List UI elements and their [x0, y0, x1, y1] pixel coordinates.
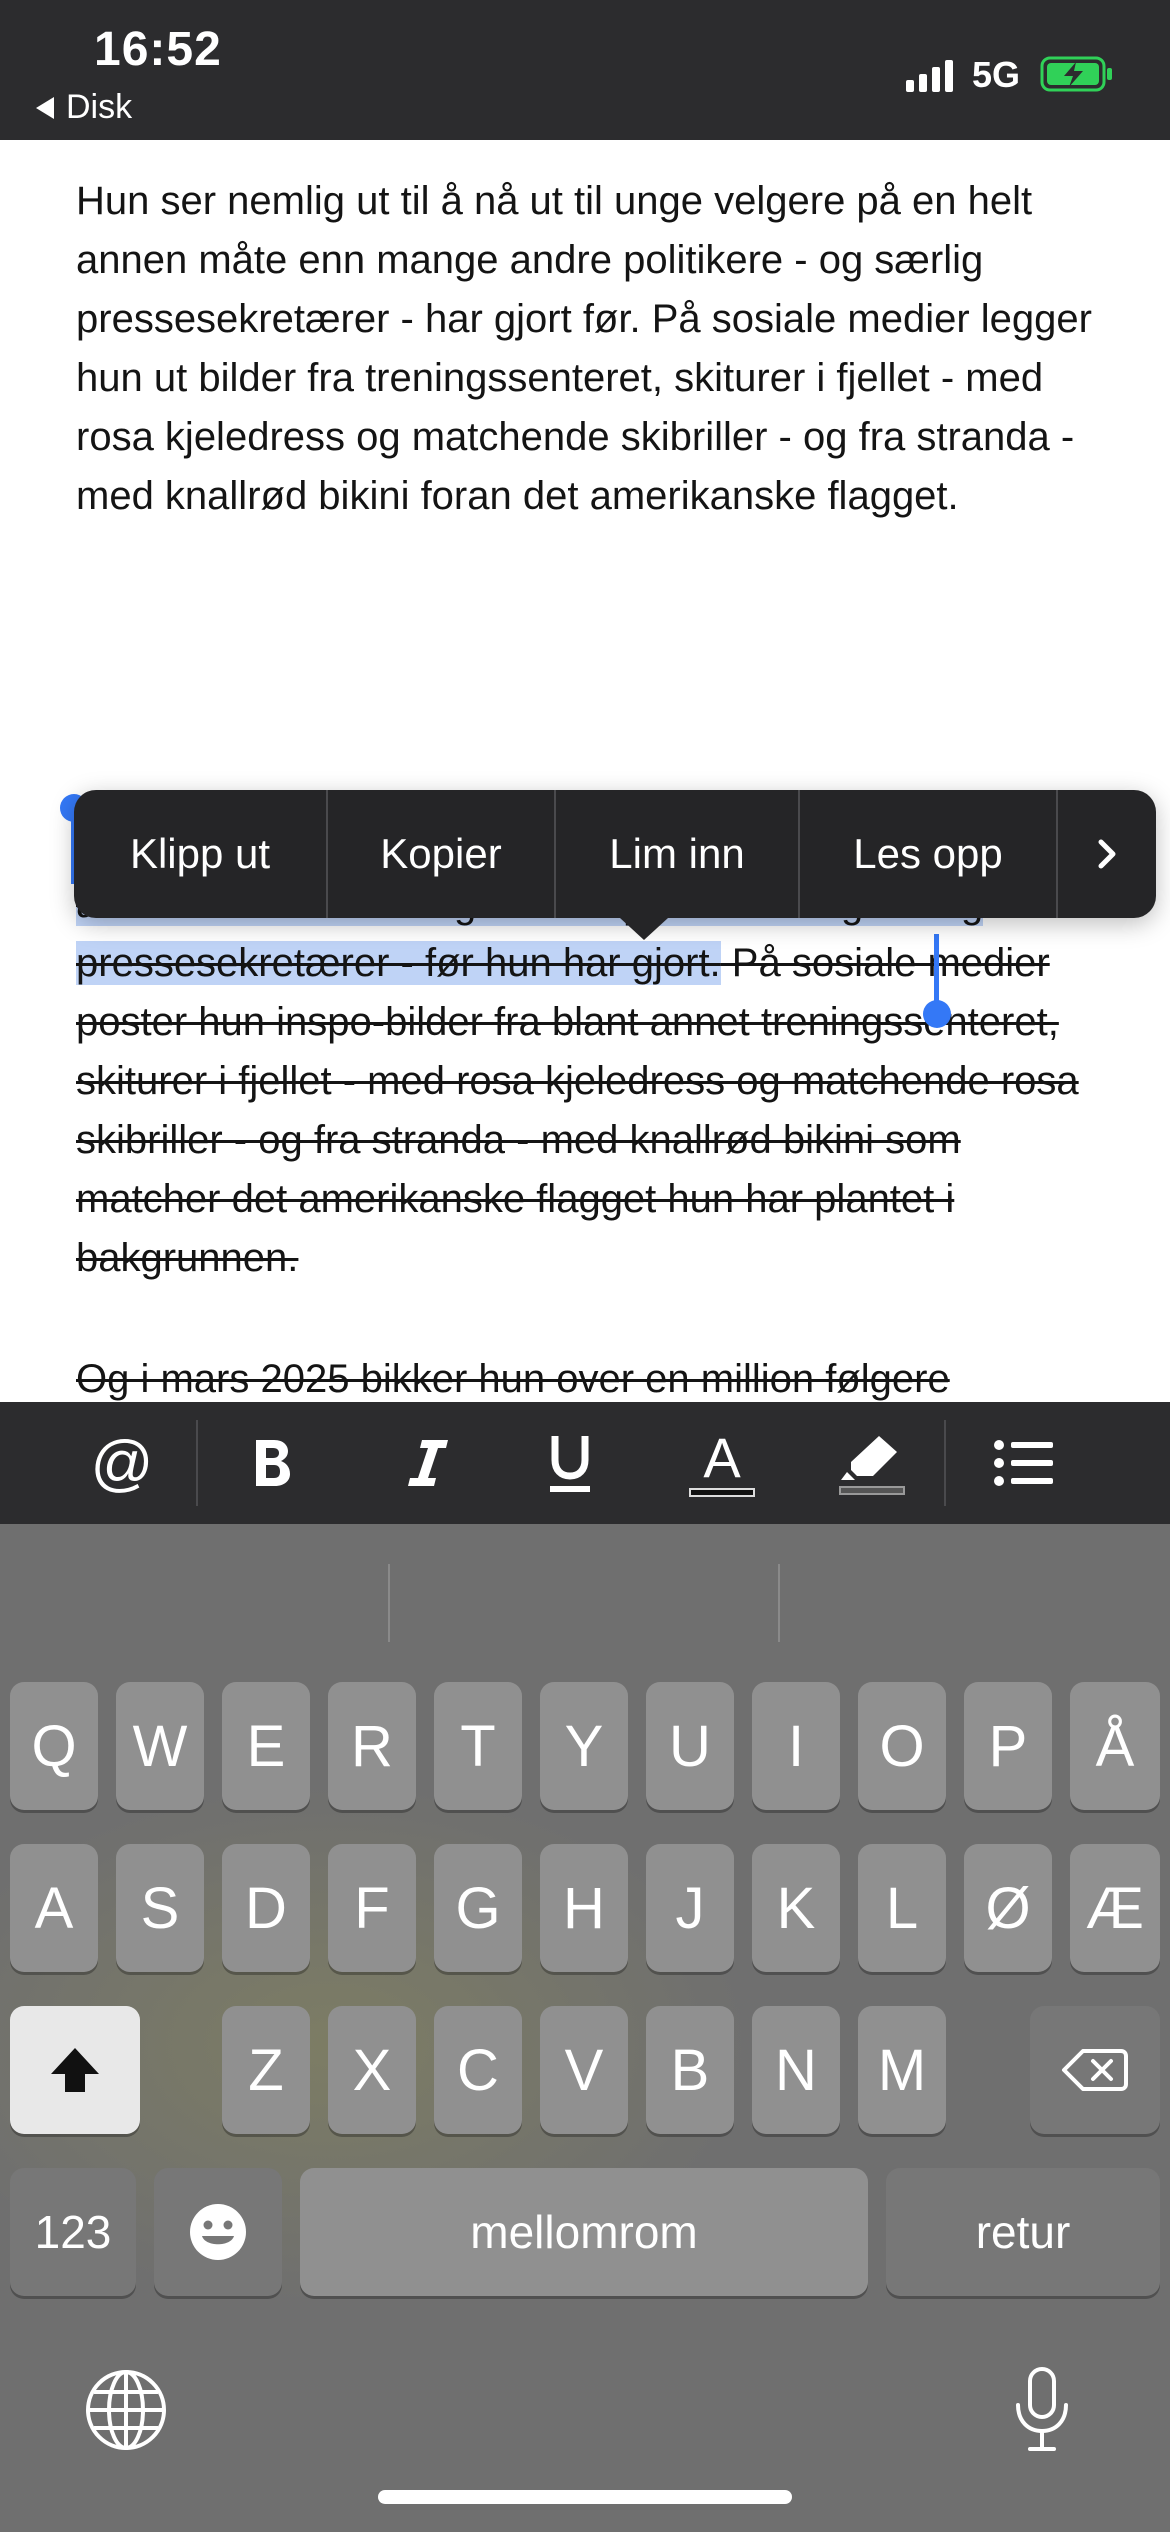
dictation-button[interactable] — [994, 2362, 1090, 2458]
key-r[interactable]: R — [328, 1682, 416, 1810]
key-j[interactable]: J — [646, 1844, 734, 1972]
text-color-button[interactable]: A — [672, 1402, 772, 1524]
key-v[interactable]: V — [540, 2006, 628, 2134]
battery-charging-icon — [1040, 56, 1112, 92]
key-b[interactable]: B — [646, 2006, 734, 2134]
key-w[interactable]: W — [116, 1682, 204, 1810]
highlight-button[interactable] — [822, 1402, 922, 1524]
emoji-key[interactable] — [154, 2168, 282, 2296]
key-oe[interactable]: Ø — [964, 1844, 1052, 1972]
chevron-right-icon — [1098, 839, 1116, 869]
network-type: 5G — [972, 54, 1021, 95]
space-key[interactable]: mellomrom — [300, 2168, 868, 2296]
key-a[interactable]: A — [10, 1844, 98, 1972]
key-z[interactable]: Z — [222, 2006, 310, 2134]
globe-icon — [86, 2370, 166, 2450]
highlight-color-swatch — [839, 1485, 905, 1495]
menu-item-speak[interactable]: Les opp — [800, 790, 1058, 918]
bold-icon — [256, 1440, 290, 1486]
formatting-toolbar: @ A — [0, 1402, 1170, 1524]
key-e[interactable]: E — [222, 1682, 310, 1810]
key-x[interactable]: X — [328, 2006, 416, 2134]
underline-button[interactable] — [520, 1402, 620, 1524]
key-i[interactable]: I — [752, 1682, 840, 1810]
microphone-icon — [1016, 2367, 1068, 2451]
menu-more-button[interactable] — [1058, 790, 1156, 918]
home-indicator[interactable] — [378, 2490, 792, 2504]
key-g[interactable]: G — [434, 1844, 522, 1972]
shift-icon — [51, 2048, 99, 2092]
bulleted-list-icon — [994, 1440, 1053, 1486]
key-o[interactable]: O — [858, 1682, 946, 1810]
key-t[interactable]: T — [434, 1682, 522, 1810]
key-p[interactable]: P — [964, 1682, 1052, 1810]
key-q[interactable]: Q — [10, 1682, 98, 1810]
mention-button[interactable]: @ — [72, 1402, 172, 1524]
shift-key[interactable] — [10, 2006, 140, 2134]
paragraph[interactable]: Hun ser nemlig ut til å nå ut til unge v… — [76, 172, 1096, 526]
text-color-swatch — [689, 1487, 755, 1497]
cellular-signal-icon — [906, 58, 953, 92]
menu-item-copy[interactable]: Kopier — [328, 790, 556, 918]
text-color-icon: A — [703, 1425, 741, 1489]
delete-icon — [1062, 2049, 1128, 2091]
bold-button[interactable] — [222, 1402, 322, 1524]
menu-item-cut[interactable]: Klipp ut — [74, 790, 328, 918]
list-button[interactable] — [974, 1402, 1074, 1524]
delete-key[interactable] — [1030, 2006, 1160, 2134]
back-to-app-link[interactable]: Disk — [36, 88, 132, 127]
key-h[interactable]: H — [540, 1844, 628, 1972]
underline-icon — [550, 1436, 590, 1492]
back-triangle-icon — [36, 96, 54, 119]
key-c[interactable]: C — [434, 2006, 522, 2134]
numbers-key[interactable]: 123 — [10, 2168, 136, 2296]
key-y[interactable]: Y — [540, 1682, 628, 1810]
globe-button[interactable] — [78, 2362, 174, 2458]
return-key[interactable]: retur — [886, 2168, 1160, 2296]
key-aa[interactable]: Å — [1070, 1682, 1160, 1810]
key-ae[interactable]: Æ — [1070, 1844, 1160, 1972]
emoji-icon — [190, 2204, 246, 2260]
key-f[interactable]: F — [328, 1844, 416, 1972]
key-s[interactable]: S — [116, 1844, 204, 1972]
edit-context-menu: Klipp ut Kopier Lim inn Les opp — [74, 790, 1156, 940]
selection-end-handle[interactable] — [923, 934, 951, 1034]
unselected-text[interactable]: På sosiale medier poster hun inspo-bilde… — [76, 941, 1079, 1280]
status-bar: 16:52 Disk 5G — [0, 0, 1170, 140]
paragraph-strikethrough[interactable]: Og i mars 2025 bikker hun over en millio… — [76, 1350, 1096, 1402]
key-n[interactable]: N — [752, 2006, 840, 2134]
back-label: Disk — [66, 88, 133, 126]
key-u[interactable]: U — [646, 1682, 734, 1810]
document-body[interactable]: Hun ser nemlig ut til å nå ut til unge v… — [0, 140, 1170, 1402]
menu-item-paste[interactable]: Lim inn — [556, 790, 800, 918]
status-time: 16:52 — [94, 23, 222, 76]
italic-icon — [408, 1440, 448, 1486]
keyboard: Q W E R T Y U I O P Å A S D F G H J K L … — [0, 1524, 1170, 2532]
italic-button[interactable] — [378, 1402, 478, 1524]
key-d[interactable]: D — [222, 1844, 310, 1972]
key-m[interactable]: M — [858, 2006, 946, 2134]
highlighter-icon — [841, 1435, 897, 1480]
at-sign-icon: @ — [90, 1428, 154, 1498]
key-k[interactable]: K — [752, 1844, 840, 1972]
key-l[interactable]: L — [858, 1844, 946, 1972]
